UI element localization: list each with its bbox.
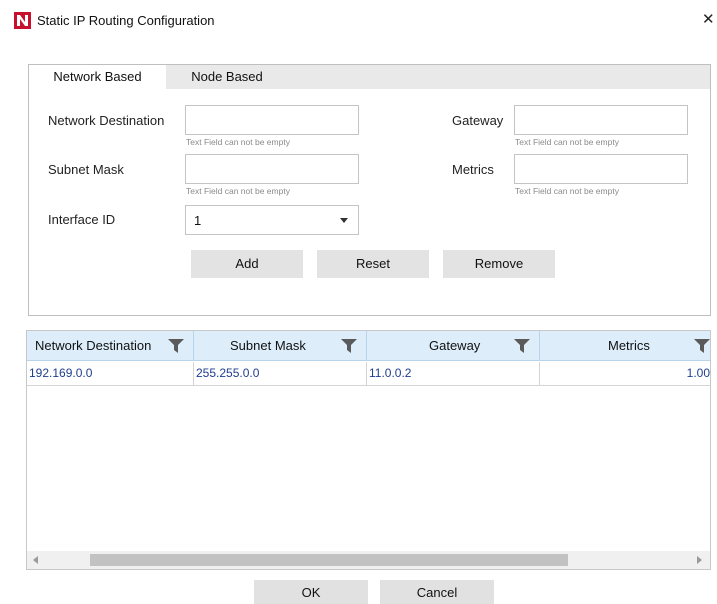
close-icon[interactable]: ✕: [702, 11, 716, 29]
remove-button[interactable]: Remove: [443, 250, 555, 278]
metrics-label: Metrics: [452, 162, 494, 177]
gateway-input[interactable]: [515, 106, 687, 134]
horizontal-scrollbar[interactable]: [27, 551, 710, 569]
cell-subnet-mask[interactable]: 255.255.0.0: [194, 362, 367, 386]
app-logo-icon: [14, 12, 31, 29]
chevron-down-icon: [340, 218, 348, 223]
interface-id-dropdown[interactable]: 1: [185, 205, 359, 235]
subnet-mask-field[interactable]: [185, 154, 359, 184]
network-destination-error: Text Field can not be empty: [186, 137, 290, 147]
column-header-subnet-mask[interactable]: Subnet Mask: [194, 331, 367, 361]
interface-id-label: Interface ID: [48, 212, 116, 227]
filter-funnel-icon[interactable]: [514, 339, 530, 353]
subnet-mask-input[interactable]: [186, 155, 358, 183]
scroll-right-icon[interactable]: [697, 556, 702, 564]
filter-funnel-icon[interactable]: [694, 339, 710, 353]
network-destination-input[interactable]: [186, 106, 358, 134]
window-title: Static IP Routing Configuration: [37, 13, 215, 28]
table-header: Network Destination Subnet Mask Gateway …: [27, 331, 710, 361]
title-bar: Static IP Routing Configuration ✕: [0, 0, 717, 42]
tab-strip: Network Based Node Based: [29, 65, 710, 89]
table-row[interactable]: 192.169.0.0 255.255.0.0 11.0.0.2 1.00: [27, 362, 710, 386]
reset-button[interactable]: Reset: [317, 250, 429, 278]
cell-network-destination[interactable]: 192.169.0.0: [27, 362, 194, 386]
filter-funnel-icon[interactable]: [168, 339, 184, 353]
network-destination-field[interactable]: [185, 105, 359, 135]
metrics-field[interactable]: [514, 154, 688, 184]
routing-table: Network Destination Subnet Mask Gateway …: [26, 330, 711, 570]
add-button[interactable]: Add: [191, 250, 303, 278]
tab-node-based[interactable]: Node Based: [166, 65, 288, 89]
gateway-label: Gateway: [452, 113, 504, 128]
cell-gateway[interactable]: 11.0.0.2: [367, 362, 540, 386]
ok-button[interactable]: OK: [254, 580, 368, 604]
subnet-mask-label: Subnet Mask: [48, 162, 124, 177]
column-header-metrics[interactable]: Metrics: [540, 331, 710, 361]
tab-network-based[interactable]: Network Based: [29, 65, 166, 89]
gateway-field[interactable]: [514, 105, 688, 135]
network-form-panel: Network Based Node Based Network Destina…: [28, 64, 711, 316]
metrics-error: Text Field can not be empty: [515, 186, 619, 196]
scrollbar-thumb[interactable]: [90, 554, 568, 566]
network-destination-label: Network Destination: [48, 113, 165, 128]
subnet-mask-error: Text Field can not be empty: [186, 186, 290, 196]
scroll-left-icon[interactable]: [33, 556, 38, 564]
gateway-error: Text Field can not be empty: [515, 137, 619, 147]
metrics-input[interactable]: [515, 155, 687, 183]
cell-metrics[interactable]: 1.00: [540, 362, 710, 386]
column-header-gateway[interactable]: Gateway: [367, 331, 540, 361]
column-header-network-destination[interactable]: Network Destination: [27, 331, 194, 361]
filter-funnel-icon[interactable]: [341, 339, 357, 353]
cancel-button[interactable]: Cancel: [380, 580, 494, 604]
interface-id-value: 1: [194, 213, 202, 228]
